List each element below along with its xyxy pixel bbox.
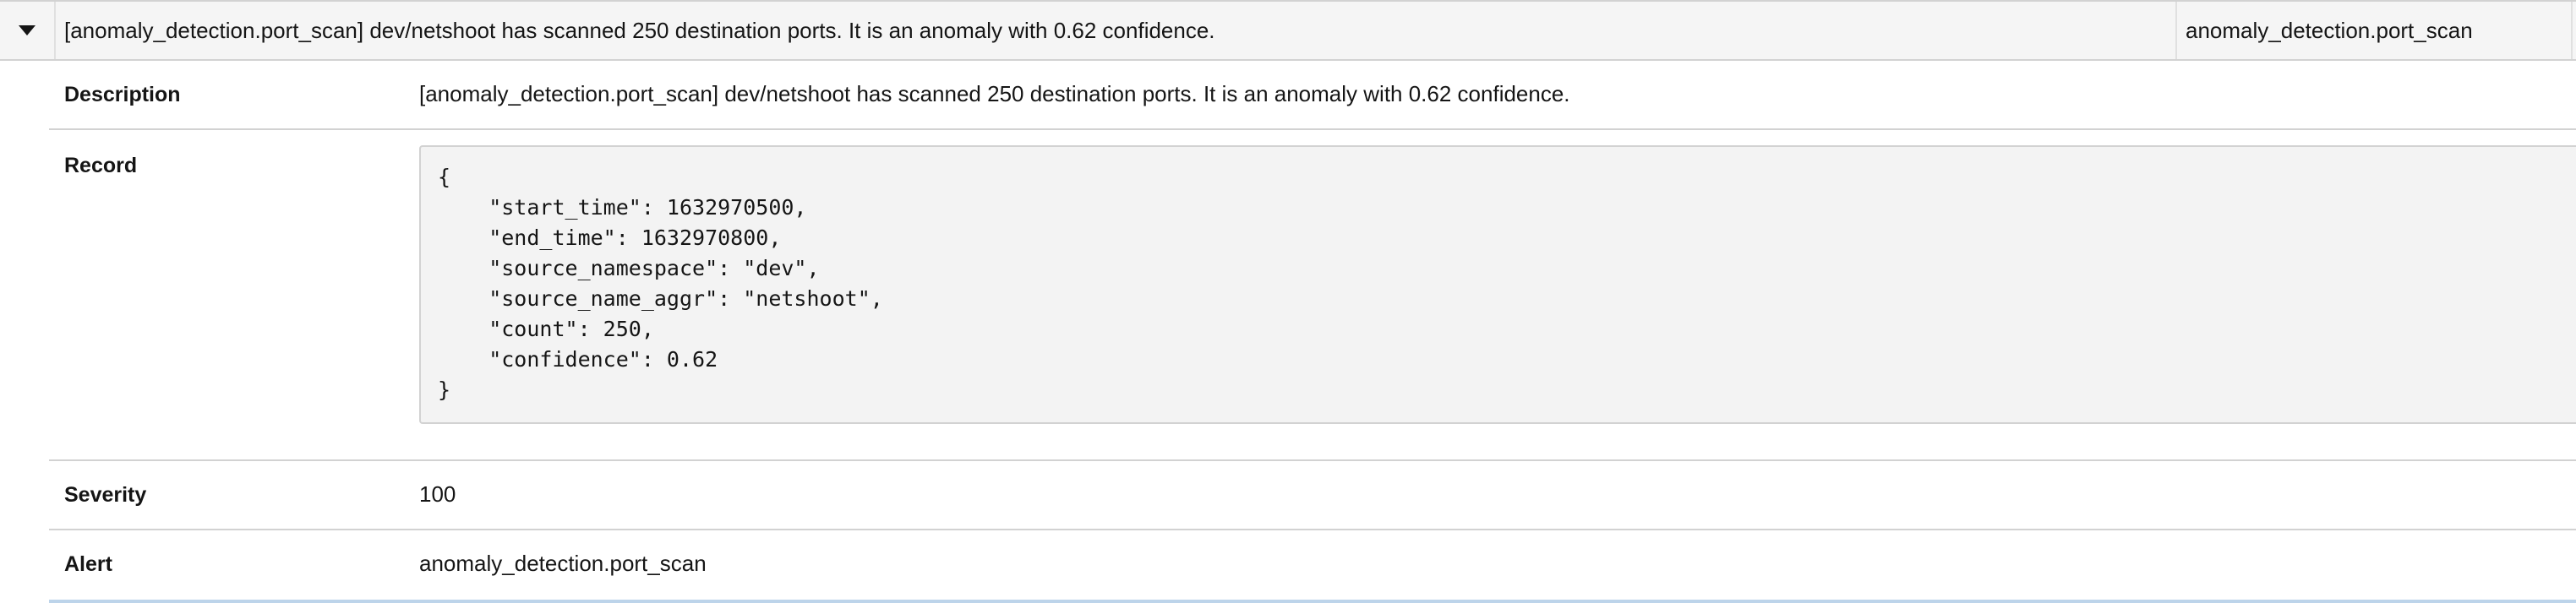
- events-table: [anomaly_detection.port_scan] dev/netsho…: [0, 0, 2576, 603]
- record-json: { "start_time": 1632970500, "end_time": …: [438, 165, 883, 402]
- alert-value: anomaly_detection.port_scan: [419, 551, 707, 576]
- cell-divider: [2175, 2, 2177, 59]
- event-row[interactable]: [anomaly_detection.port_scan] dev/netsho…: [0, 0, 2576, 61]
- detail-row-severity: Severity 100: [49, 461, 2576, 530]
- event-detail-panel: Description [anomaly_detection.port_scan…: [49, 61, 2576, 600]
- severity-value: 100: [419, 481, 456, 507]
- description-label: Description: [64, 83, 181, 106]
- record-code-block[interactable]: { "start_time": 1632970500, "end_time": …: [419, 145, 2576, 424]
- cell-divider: [54, 2, 56, 59]
- event-name-cell: anomaly_detection.port_scan: [2186, 17, 2473, 43]
- alert-label: Alert: [64, 552, 112, 576]
- event-title-cell: [anomaly_detection.port_scan] dev/netsho…: [64, 17, 1215, 43]
- caret-down-icon: [19, 25, 35, 35]
- record-label: Record: [64, 154, 138, 177]
- detail-row-description: Description [anomaly_detection.port_scan…: [49, 61, 2576, 130]
- detail-row-alert: Alert anomaly_detection.port_scan: [49, 530, 2576, 600]
- cell-divider: [2571, 2, 2573, 59]
- expand-toggle-button[interactable]: [0, 2, 54, 59]
- severity-label: Severity: [64, 483, 147, 507]
- description-value: [anomaly_detection.port_scan] dev/netsho…: [419, 81, 1570, 106]
- row-bottom-border: [49, 600, 2576, 603]
